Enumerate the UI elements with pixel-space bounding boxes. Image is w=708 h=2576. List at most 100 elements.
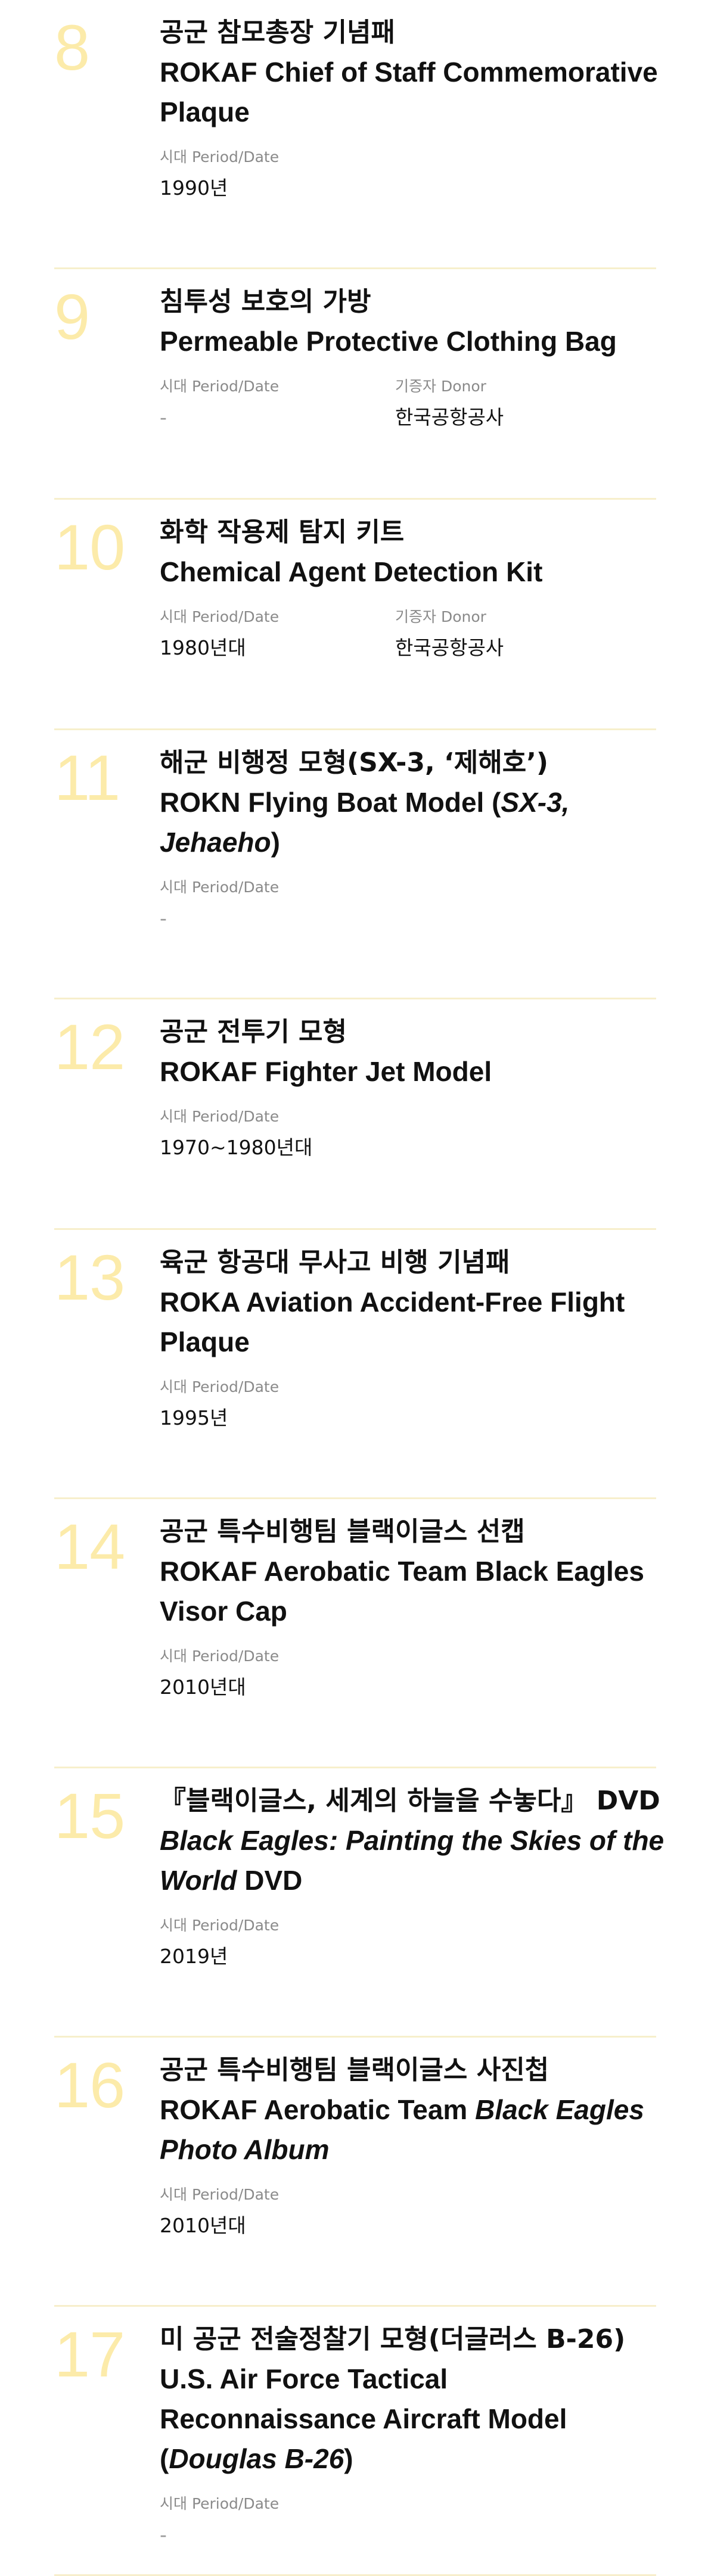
- period-label: 시대 Period/Date: [160, 2495, 280, 2512]
- artifact-title-korean: 해군 비행정 모형(SX-3, ‘제해호’): [160, 747, 549, 778]
- artifact-title-korean: 육군 항공대 무사고 비행 기념패: [160, 1247, 510, 1278]
- artifact-title-english: Chemical Agent Detection Kit: [160, 552, 666, 592]
- artifact-item: 12 공군 전투기 모형 ROKAF Fighter Jet Model 시대 …: [54, 999, 656, 1230]
- period-field: 시대 Period/Date 2010년대: [160, 2184, 395, 2241]
- artifact-meta: 시대 Period/Date 1980년대 기증자 Donor 한국공항공사: [160, 606, 666, 664]
- title-english-italic-part: Douglas B-26: [169, 2443, 344, 2474]
- artifact-details: 해군 비행정 모형(SX-3, ‘제해호’) ROKN Flying Boat …: [160, 743, 666, 934]
- artifact-item: 15 『블랙이글스, 세계의 하늘을 수놓다』 DVD Black Eagles…: [54, 1768, 664, 2038]
- artifact-item: 16 공군 특수비행팀 블랙이글스 사진첩 ROKAF Aerobatic Te…: [54, 2038, 656, 2307]
- period-value: 1970~1980년대: [160, 1136, 313, 1159]
- period-value: 1980년대: [160, 636, 246, 659]
- period-label: 시대 Period/Date: [160, 1378, 280, 1396]
- artifact-title-korean: 화학 작용제 탐지 키트: [160, 517, 405, 547]
- artifact-details: 공군 특수비행팀 블랙이글스 사진첩 ROKAF Aerobatic Team …: [160, 2051, 666, 2241]
- artifact-title-korean: 공군 전투기 모형: [160, 1017, 347, 1047]
- artifact-meta: 시대 Period/Date 1970~1980년대: [160, 1106, 666, 1163]
- artifact-number: 14: [54, 1510, 125, 1583]
- donor-field: 기증자 Donor 한국공항공사: [395, 376, 631, 433]
- title-english-part: ROKAF Fighter Jet Model: [160, 1056, 492, 1087]
- period-label: 시대 Period/Date: [160, 148, 280, 166]
- artifact-details: 공군 참모총장 기념패 ROKAF Chief of Staff Commemo…: [160, 13, 666, 204]
- period-field: 시대 Period/Date -: [160, 376, 395, 433]
- artifact-meta: 시대 Period/Date 2010년대: [160, 1646, 666, 1703]
- artifact-number: 10: [54, 511, 125, 583]
- artifact-number: 16: [54, 2049, 125, 2121]
- artifact-number: 11: [54, 742, 120, 814]
- artifact-meta: 시대 Period/Date 1990년: [160, 147, 666, 204]
- artifact-meta: 시대 Period/Date - 기증자 Donor 한국공항공사: [160, 376, 666, 433]
- period-label: 시대 Period/Date: [160, 1108, 280, 1125]
- period-value: -: [160, 907, 167, 930]
- title-english-part: ROKN Flying Boat Model (: [160, 787, 501, 818]
- period-value: -: [160, 2523, 167, 2546]
- title-english-italic-part: Black Eagles: Painting the Skies of the …: [160, 1825, 664, 1896]
- title-english-part: ): [271, 827, 280, 858]
- artifact-item: 8 공군 참모총장 기념패 ROKAF Chief of Staff Comme…: [54, 0, 658, 269]
- period-label: 시대 Period/Date: [160, 1917, 280, 1934]
- artifact-title-english: ROKA Aviation Accident-Free Flight Plaqu…: [160, 1282, 666, 1362]
- donor-field: 기증자 Donor 한국공항공사: [395, 606, 631, 664]
- title-english-part: ): [344, 2443, 353, 2474]
- artifact-number: 15: [54, 1780, 125, 1852]
- artifact-title-english: ROKAF Aerobatic Team Black Eagles Photo …: [160, 2090, 666, 2170]
- period-value: 2010년대: [160, 1675, 246, 1699]
- artifact-details: 미 공군 전술정찰기 모형(더글러스 B-26) U.S. Air Force …: [160, 2320, 666, 2550]
- artifact-list: 8 공군 참모총장 기념패 ROKAF Chief of Staff Comme…: [54, 0, 664, 2576]
- artifact-title-korean: 『블랙이글스, 세계의 하늘을 수놓다』 DVD: [160, 1786, 660, 1816]
- artifact-number: 8: [54, 11, 90, 83]
- artifact-title-english: ROKAF Chief of Staff Commemorative Plaqu…: [160, 52, 666, 132]
- artifact-details: 육군 항공대 무사고 비행 기념패 ROKA Aviation Accident…: [160, 1243, 666, 1434]
- artifact-meta: 시대 Period/Date -: [160, 2493, 666, 2550]
- title-english-part: DVD: [237, 1865, 303, 1896]
- artifact-item: 9 침투성 보호의 가방 Permeable Protective Clothi…: [54, 269, 656, 500]
- artifact-item: 17 미 공군 전술정찰기 모형(더글러스 B-26) U.S. Air For…: [54, 2307, 656, 2576]
- donor-label: 기증자 Donor: [395, 608, 486, 625]
- period-label: 시대 Period/Date: [160, 2186, 280, 2203]
- artifact-title-korean: 미 공군 전술정찰기 모형(더글러스 B-26): [160, 2324, 626, 2354]
- period-field: 시대 Period/Date 2010년대: [160, 1646, 395, 1703]
- period-label: 시대 Period/Date: [160, 378, 280, 395]
- artifact-title-korean: 공군 특수비행팀 블랙이글스 선캡: [160, 1516, 525, 1547]
- period-value: 1995년: [160, 1406, 228, 1429]
- artifact-title-english: U.S. Air Force Tactical Reconnaissance A…: [160, 2359, 666, 2479]
- period-field: 시대 Period/Date 1990년: [160, 147, 395, 204]
- artifact-title-english: ROKAF Fighter Jet Model: [160, 1052, 666, 1092]
- artifact-item: 13 육군 항공대 무사고 비행 기념패 ROKA Aviation Accid…: [54, 1230, 656, 1499]
- period-value: 1990년: [160, 176, 228, 200]
- period-label: 시대 Period/Date: [160, 879, 280, 896]
- artifact-title-english: ROKAF Aerobatic Team Black Eagles Visor …: [160, 1552, 666, 1631]
- artifact-title-english: Black Eagles: Painting the Skies of the …: [160, 1821, 666, 1901]
- artifact-item: 14 공군 특수비행팀 블랙이글스 선캡 ROKAF Aerobatic Tea…: [54, 1499, 656, 1768]
- artifact-details: 공군 특수비행팀 블랙이글스 선캡 ROKAF Aerobatic Team B…: [160, 1512, 666, 1703]
- artifact-number: 12: [54, 1011, 125, 1083]
- artifact-details: 침투성 보호의 가방 Permeable Protective Clothing…: [160, 282, 666, 433]
- period-field: 시대 Period/Date 1995년: [160, 1376, 395, 1434]
- title-english-part: ROKAF Aerobatic Team Black Eagles Visor …: [160, 1556, 644, 1627]
- donor-value: 한국공항공사: [395, 636, 504, 659]
- donor-label: 기증자 Donor: [395, 378, 486, 395]
- period-label: 시대 Period/Date: [160, 1647, 280, 1665]
- artifact-number: 17: [54, 2318, 125, 2390]
- period-field: 시대 Period/Date 1980년대: [160, 606, 395, 664]
- artifact-title-korean: 침투성 보호의 가방: [160, 286, 371, 317]
- artifact-meta: 시대 Period/Date 1995년: [160, 1376, 666, 1434]
- donor-value: 한국공항공사: [395, 406, 504, 429]
- period-field: 시대 Period/Date -: [160, 877, 395, 934]
- artifact-meta: 시대 Period/Date 2010년대: [160, 2184, 666, 2241]
- artifact-meta: 시대 Period/Date -: [160, 877, 666, 934]
- artifact-title-korean: 공군 특수비행팀 블랙이글스 사진첩: [160, 2055, 549, 2085]
- artifact-item: 11 해군 비행정 모형(SX-3, ‘제해호’) ROKN Flying Bo…: [54, 730, 656, 999]
- artifact-title-english: ROKN Flying Boat Model (SX-3, Jehaeho): [160, 783, 666, 862]
- artifact-item: 10 화학 작용제 탐지 키트 Chemical Agent Detection…: [54, 500, 656, 730]
- artifact-details: 공군 전투기 모형 ROKAF Fighter Jet Model 시대 Per…: [160, 1013, 666, 1163]
- artifact-details: 화학 작용제 탐지 키트 Chemical Agent Detection Ki…: [160, 513, 666, 664]
- period-field: 시대 Period/Date 1970~1980년대: [160, 1106, 395, 1163]
- artifact-title-english: Permeable Protective Clothing Bag: [160, 322, 666, 362]
- period-field: 시대 Period/Date 2019년: [160, 1915, 395, 1972]
- title-english-part: ROKAF Chief of Staff Commemorative Plaqu…: [160, 57, 658, 127]
- title-english-part: Chemical Agent Detection Kit: [160, 556, 543, 587]
- artifact-number: 13: [54, 1241, 125, 1313]
- period-label: 시대 Period/Date: [160, 608, 280, 625]
- title-english-part: ROKAF Aerobatic Team: [160, 2094, 476, 2125]
